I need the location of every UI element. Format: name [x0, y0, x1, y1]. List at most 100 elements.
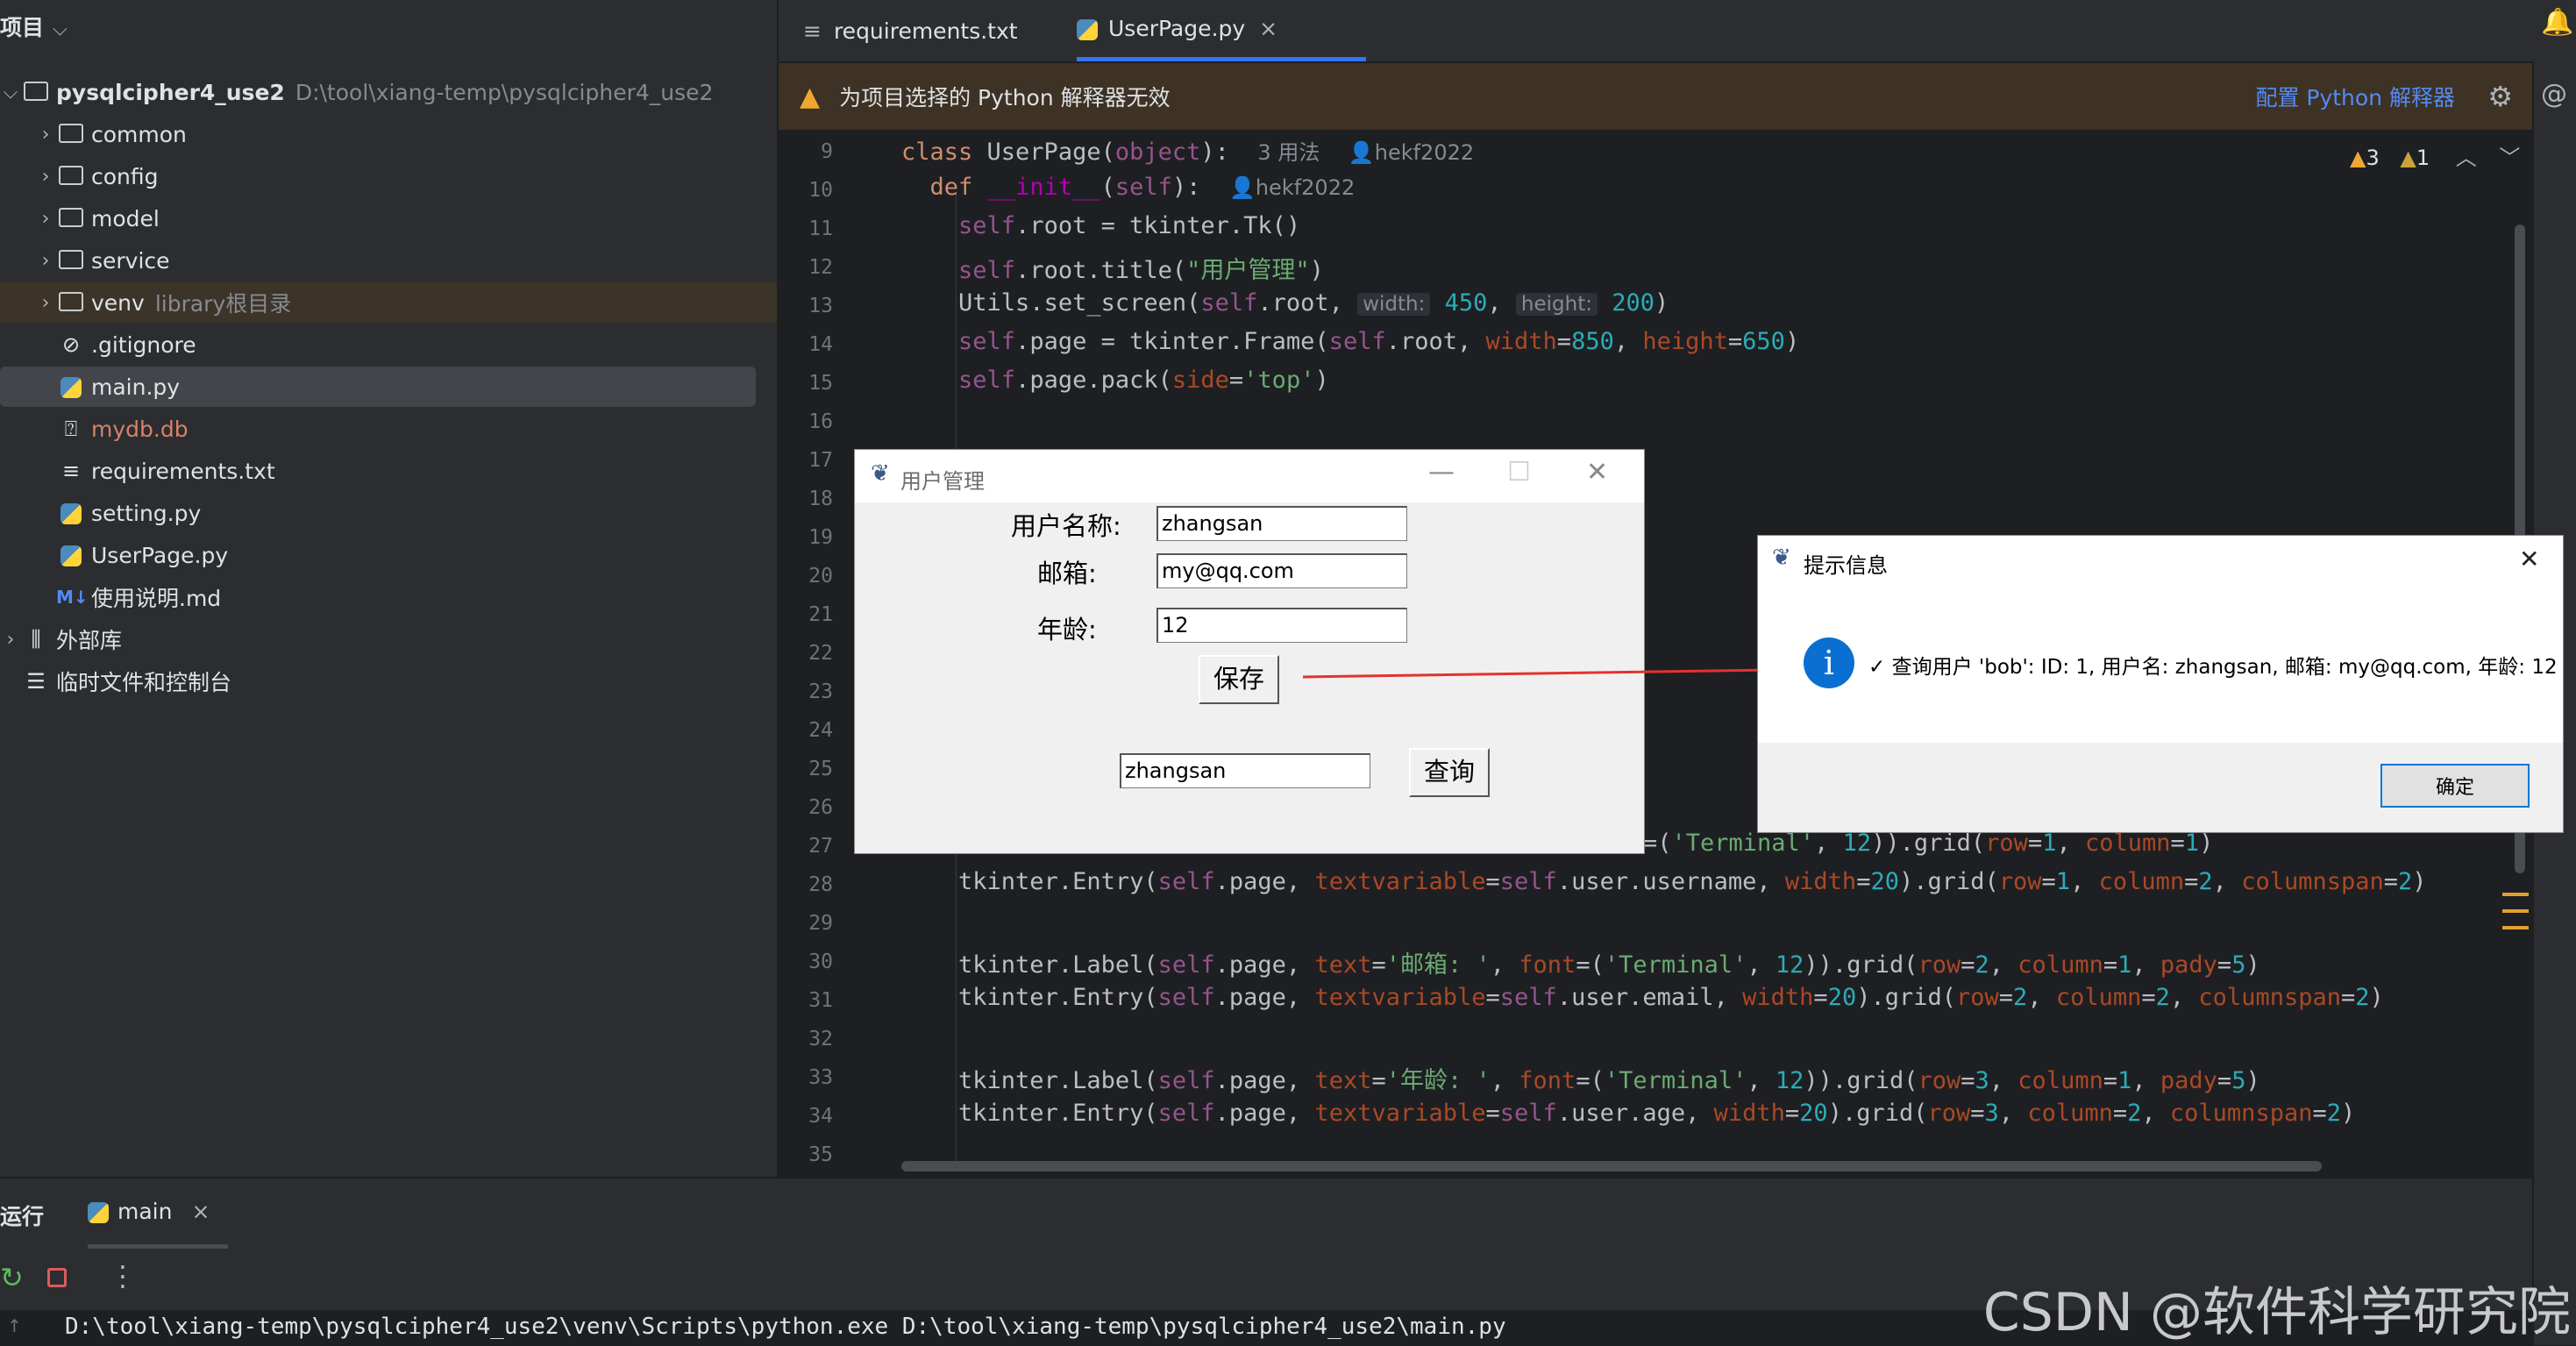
tree-item-venv[interactable]: › venv library根目录 — [0, 282, 777, 323]
tree-item-scratches[interactable]: ☰ 临时文件和控制台 — [0, 661, 777, 701]
code-token: =( — [1643, 830, 1672, 857]
code-token: columnspan — [2198, 984, 2341, 1011]
username-entry[interactable]: zhangsan — [1156, 506, 1407, 541]
save-button[interactable]: 保存 — [1199, 655, 1279, 704]
code-line-15[interactable]: self.page.pack(side='top') — [901, 367, 1329, 394]
tab-close-icon[interactable]: × — [1259, 16, 1277, 41]
scroll-up-icon[interactable]: ↑ — [7, 1315, 22, 1336]
code-line-33[interactable]: tkinter.Label(self.page, text='年龄: ', fo… — [901, 1061, 2260, 1095]
python-file-icon — [1077, 16, 1098, 41]
warning-count: 3 — [2366, 146, 2380, 170]
tree-item-setting-py[interactable]: setting.py — [0, 493, 777, 533]
code-token: .user.age, — [1556, 1100, 1714, 1127]
line-number: 9 — [821, 140, 833, 163]
notifications-bell-icon[interactable]: 🔔 — [2541, 7, 2573, 38]
close-icon[interactable]: ✕ — [2519, 545, 2539, 573]
line-number: 15 — [808, 372, 833, 395]
code-line-9[interactable]: class UserPage(object): 3 用法 👤hekf2022 — [901, 135, 1474, 166]
code-token: .root.title( — [1015, 257, 1187, 284]
code-line-30[interactable]: tkinter.Label(self.page, text='邮箱: ', fo… — [901, 945, 2260, 979]
code-line-12[interactable]: self.root.title("用户管理") — [901, 251, 1324, 285]
code-line-27[interactable]: =('Terminal', 12)).grid(row=1, column=1) — [1643, 830, 2213, 857]
code-token: 200 — [1612, 289, 1655, 317]
username-label: 用户名称: — [1011, 511, 1121, 541]
tree-item-readme[interactable]: M↓ 使用说明.md — [0, 577, 777, 617]
age-label: 年龄: — [1037, 615, 1097, 645]
code-token: )).grid( — [1871, 830, 1986, 857]
code-line-14[interactable]: self.page = tkinter.Frame(self.root, wid… — [901, 328, 1799, 355]
code-token: '邮箱: ' — [1385, 951, 1491, 979]
previous-issue-icon[interactable]: ︿ — [2456, 146, 2477, 170]
author-hint[interactable]: hekf2022 — [1256, 175, 1355, 200]
tree-item-service[interactable]: › service — [0, 240, 812, 281]
tree-item-label: service — [91, 247, 170, 274]
code-token: .page.pack( — [1015, 367, 1172, 394]
tab-label: requirements.txt — [833, 18, 1018, 44]
code-line-31[interactable]: tkinter.Entry(self.page, textvariable=se… — [901, 984, 2384, 1011]
tree-item-model[interactable]: › model — [0, 198, 812, 239]
usages-hint[interactable]: 3 用法 — [1257, 140, 1320, 165]
ai-assistant-icon[interactable]: @ — [2541, 79, 2567, 110]
email-entry[interactable]: my@qq.com — [1156, 553, 1407, 588]
tab-requirements[interactable]: ≡ requirements.txt — [803, 0, 1018, 61]
tree-item-common[interactable]: › common — [0, 114, 812, 154]
tree-item-label: 外部库 — [56, 628, 123, 653]
code-token: tkinter.Entry( — [958, 984, 1158, 1011]
code-token: .page, — [1214, 984, 1315, 1011]
code-token: 2 — [2013, 984, 2028, 1011]
weak-warning-count: 1 — [2416, 146, 2430, 170]
tree-item-config[interactable]: › config — [0, 156, 812, 196]
query-button[interactable]: 查询 — [1409, 748, 1490, 797]
code-line-10[interactable]: def __init__(self): 👤hekf2022 — [901, 174, 1356, 201]
folder-icon — [56, 122, 86, 146]
configure-interpreter-link[interactable]: 配置 Python 解释器 — [2255, 81, 2455, 112]
minimize-icon[interactable]: — — [1428, 457, 1455, 488]
code-line-28[interactable]: tkinter.Entry(self.page, textvariable=se… — [901, 868, 2427, 895]
python-file-icon — [56, 374, 86, 399]
maximize-icon[interactable]: ☐ — [1507, 457, 1531, 488]
tree-item-external-libs[interactable]: › ⫼ 外部库 — [0, 619, 777, 659]
more-options-icon[interactable]: ⋮ — [109, 1259, 137, 1293]
tk-title-bar[interactable]: ❦ 用户管理 — ☐ ✕ — [855, 450, 1644, 502]
tree-item-userpage-py[interactable]: UserPage.py — [0, 535, 777, 575]
close-icon[interactable]: ✕ — [1586, 457, 1608, 488]
age-entry[interactable]: 12 — [1156, 608, 1407, 643]
rerun-icon[interactable]: ↻ — [0, 1261, 24, 1294]
tab-userpage[interactable]: UserPage.py × — [1077, 0, 1366, 61]
line-number: 13 — [808, 295, 833, 317]
root-path: D:\tool\xiang-temp\pysqlcipher4_use2 — [295, 79, 714, 105]
code-token: pady — [2160, 1067, 2217, 1094]
code-line-34[interactable]: tkinter.Entry(self.page, textvariable=se… — [901, 1100, 2355, 1127]
stop-icon[interactable] — [47, 1268, 67, 1287]
structure-marker-icon[interactable] — [2502, 893, 2529, 929]
code-token: self — [1157, 1067, 1215, 1094]
code-token: 'top' — [1243, 367, 1315, 394]
ok-button[interactable]: 确定 — [2380, 764, 2530, 808]
run-tab-close-icon[interactable]: × — [191, 1199, 210, 1224]
code-line-11[interactable]: self.root = tkinter.Tk() — [901, 212, 1300, 239]
code-token: .root = tkinter.Tk() — [1015, 212, 1301, 239]
code-token: .page, — [1214, 1067, 1315, 1094]
author-hint[interactable]: hekf2022 — [1375, 140, 1474, 165]
code-token: 20 — [1870, 868, 1899, 895]
tree-item-requirements[interactable]: ≡ requirements.txt — [0, 451, 777, 491]
inspection-widget[interactable]: ▲3 ▲1 ︿ ﹀ — [2350, 140, 2520, 171]
horizontal-scrollbar[interactable] — [901, 1161, 2322, 1172]
tree-item-main-py[interactable]: main.py — [0, 367, 756, 407]
tree-item-label: main.py — [91, 374, 181, 400]
line-number: 35 — [808, 1143, 833, 1166]
tree-item-label: config — [91, 163, 159, 189]
next-issue-icon[interactable]: ﹀ — [2499, 146, 2520, 170]
run-tab-main[interactable]: main × — [88, 1179, 228, 1249]
message-box-title-bar[interactable]: ❦ 提示信息 ✕ — [1758, 536, 2563, 585]
code-token: pady — [2160, 951, 2217, 979]
project-panel: 项目 ⌵ ⌵ pysqlcipher4_use2 D:\tool\xiang-te… — [0, 0, 779, 1177]
tree-item-mydb[interactable]: ⍰ mydb.db — [0, 409, 777, 449]
gear-icon[interactable]: ⚙ — [2487, 80, 2513, 113]
tree-root[interactable]: ⌵ pysqlcipher4_use2 D:\tool\xiang-temp\p… — [0, 72, 777, 112]
tree-item-gitignore[interactable]: ⊘ .gitignore — [0, 324, 777, 365]
code-token: 2 — [2127, 1100, 2142, 1127]
query-entry[interactable]: zhangsan — [1120, 753, 1370, 788]
project-panel-title[interactable]: 项目 ⌵ — [0, 11, 68, 42]
code-line-13[interactable]: Utils.set_screen(self.root, width: 450, … — [901, 289, 1669, 317]
